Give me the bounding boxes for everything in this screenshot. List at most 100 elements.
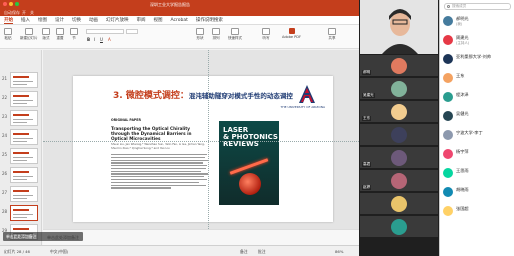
tell-me-search[interactable]: 操作说明搜索 (196, 17, 223, 23)
tab-animations[interactable]: 动画 (89, 17, 98, 23)
thumb-num: 23 (2, 114, 8, 119)
autosave-on[interactable]: 开 (22, 9, 26, 16)
slide-thumbnail-pane[interactable]: 21 22 23 24 25 26 27 28 29 (0, 50, 42, 245)
font-color-button[interactable]: A (108, 37, 111, 42)
tab-transitions[interactable]: 切换 (72, 17, 81, 23)
avatar (391, 81, 407, 97)
arrange-button[interactable]: 排列 (212, 28, 220, 41)
member-role: (主持人) (456, 40, 470, 45)
underline-button[interactable]: U (100, 37, 103, 42)
paper-title: Transporting the Optical Chirality throu… (111, 126, 192, 141)
tab-insert[interactable]: 插入 (21, 17, 30, 23)
tab-slideshow[interactable]: 幻灯片放映 (106, 17, 129, 23)
participant-tile[interactable]: 王东 (360, 101, 438, 123)
participant-tile[interactable] (360, 216, 438, 238)
minimize-window-button[interactable] (9, 2, 13, 6)
quick-styles-button[interactable]: 快速样式 (228, 28, 242, 41)
tab-view[interactable]: 视图 (154, 17, 163, 23)
speaker-video-tile[interactable] (360, 0, 438, 54)
autosave-off[interactable]: 关 (30, 9, 34, 16)
roster-member[interactable]: 程沐泽 (443, 90, 513, 104)
vertical-guide (208, 50, 209, 245)
participant-roster: 搜索成员 郝明光 (我) 周建光 (主持人) 亚利桑那大学-刘帅 王东 程沐泽 吴健… (439, 0, 514, 256)
dictate-button[interactable]: 听写 (262, 28, 270, 41)
slide-thumbnail-selected[interactable] (10, 205, 38, 221)
participant-tile[interactable]: 赵婷 (360, 170, 438, 192)
paper-authors: Shuai Liu, Jan Wiersig,* Wenzhao Sun, Ya… (111, 142, 205, 150)
shapes-icon (196, 28, 204, 35)
slide-thumbnail[interactable] (10, 110, 38, 126)
italic-button[interactable]: I (94, 37, 95, 42)
adobe-pdf-button[interactable]: Adobe PDF (282, 28, 301, 39)
member-name: 程沐泽 (456, 92, 469, 97)
tab-review[interactable]: 审阅 (137, 17, 146, 23)
window-title: 深圳工业大学报告报告 (150, 2, 190, 7)
avatar (443, 16, 453, 26)
slide-editor-canvas[interactable]: 3. 微腔模式调控：混沌辅助隧穿对模式手性的动态调控 THE UNIVERSIT… (43, 50, 359, 245)
tab-home[interactable]: 开始 (4, 17, 13, 24)
maximize-window-button[interactable] (15, 2, 19, 6)
member-name: 吴健光 (456, 111, 469, 116)
roster-member[interactable]: 宁波大学-李丁 (443, 128, 513, 142)
language-indicator[interactable]: 中文(中国) (50, 249, 68, 255)
slide-thumbnail[interactable] (10, 186, 38, 202)
participant-tile[interactable]: 吴建光 (360, 78, 438, 100)
roster-member[interactable]: 亚利桑那大学-刘帅 (443, 52, 513, 66)
horizontal-guide (43, 141, 359, 142)
roster-member[interactable]: 王思雨 (443, 166, 513, 180)
avatar (443, 35, 453, 45)
current-slide[interactable]: 3. 微腔模式调控：混沌辅助隧穿对模式手性的动态调控 THE UNIVERSIT… (73, 76, 333, 222)
caption-overlay: 单击此处添加备注 (3, 232, 83, 241)
comments-toggle[interactable]: 批注 (258, 249, 266, 255)
shapes-button[interactable]: 形状 (196, 28, 204, 41)
avatar (391, 58, 407, 74)
tab-draw[interactable]: 绘图 (38, 17, 47, 23)
slide-thumbnail[interactable] (10, 72, 38, 88)
avatar (391, 173, 407, 189)
share-button[interactable]: 共享 (328, 28, 336, 41)
roster-member[interactable]: 胡晓雨 (443, 185, 513, 199)
journal-cover-image[interactable]: LASER & PHOTONICS REVIEWS (219, 121, 279, 205)
notes-toggle[interactable]: 备注 (240, 249, 248, 255)
roster-member[interactable]: 郝明光 (我) (443, 14, 513, 28)
member-search-input[interactable]: 搜索成员 (444, 3, 511, 10)
slide-thumbnail[interactable] (10, 129, 38, 145)
participant-tile[interactable]: 高君 (360, 147, 438, 169)
roster-member[interactable]: 周建光 (主持人) (443, 33, 513, 47)
roster-member[interactable]: 杨宇萍 (443, 147, 513, 161)
quick-styles-icon (231, 28, 239, 35)
slide-thumbnail[interactable] (10, 148, 38, 164)
tab-acrobat[interactable]: Acrobat (171, 18, 188, 23)
ribbon: 粘贴 新建幻灯片 版式 重置 节 B I U A 形状 排列 快速样式 听写 A… (0, 25, 359, 49)
reset-button[interactable]: 重置 (56, 28, 64, 41)
font-size-field[interactable] (126, 29, 138, 34)
autosave-label[interactable]: 自动保存 (4, 9, 20, 16)
avatar (443, 187, 453, 197)
avatar (391, 150, 407, 166)
close-window-button[interactable] (3, 2, 7, 6)
thumb-num: 21 (2, 76, 8, 81)
new-slide-button[interactable]: 新建幻灯片 (20, 28, 38, 41)
paste-button[interactable]: 粘贴 (4, 28, 12, 41)
slide-title[interactable]: 3. 微腔模式调控：混沌辅助隧穿对模式手性的动态调控 (113, 88, 293, 101)
notes-pane[interactable]: 单击此处添加备注 (43, 229, 359, 245)
bold-button[interactable]: B (87, 37, 90, 42)
avatar (443, 168, 453, 178)
tile-name: 高君 (362, 162, 372, 167)
roster-member[interactable]: 张国超 (443, 204, 513, 218)
section-button[interactable]: 节 (70, 28, 78, 41)
slide-thumbnail[interactable] (10, 91, 38, 107)
participant-tile[interactable]: 郝明 (360, 55, 438, 77)
slide-thumbnail[interactable] (10, 167, 38, 183)
avatar (443, 206, 453, 216)
roster-member[interactable]: 王东 (443, 71, 513, 85)
participant-tile[interactable] (360, 193, 438, 215)
tab-design[interactable]: 设计 (55, 17, 64, 23)
participant-tile[interactable] (360, 124, 438, 146)
avatar (391, 196, 407, 212)
zoom-level[interactable]: 86% (335, 249, 343, 254)
layout-button[interactable]: 版式 (42, 28, 50, 41)
roster-member[interactable]: 吴健光 (443, 109, 513, 123)
paper-image[interactable]: ORIGINAL PAPER Transporting the Optical … (111, 118, 209, 210)
font-name-field[interactable] (86, 29, 124, 34)
